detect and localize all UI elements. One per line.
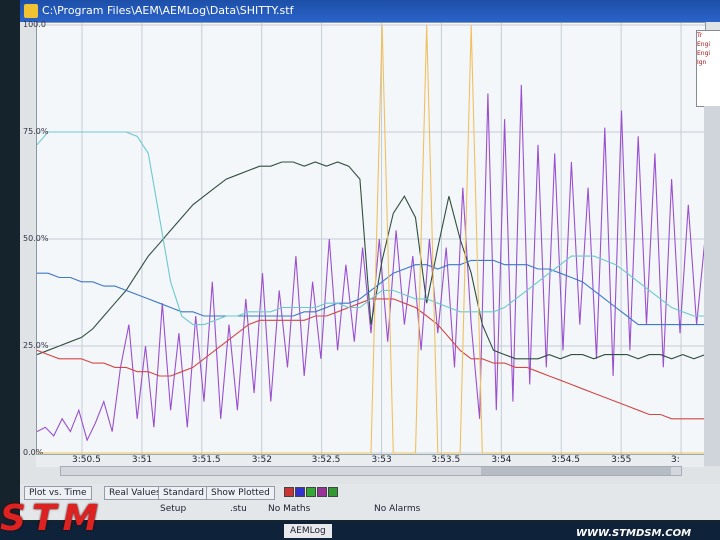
y-tick-label: 75.0% [23,127,49,136]
chip-c[interactable] [306,487,316,497]
series-line-0 [37,84,705,442]
x-tick-label: 3:55 [611,455,632,465]
x-tick-label: 3:53.5 [431,455,461,465]
chip-m[interactable] [295,487,305,497]
legend-header: Tr [697,32,703,39]
channel-chips [284,487,339,500]
legend-item[interactable]: Ign [697,58,720,67]
x-tick-label: 3: [671,455,680,465]
watermark-url: WWW.STMDSM.COM [576,528,692,539]
monitor: C:\Program Files\AEM\AEMLog\Data\SHITTY.… [0,0,720,540]
x-tick-label: 3:54.5 [551,455,581,465]
screen: C:\Program Files\AEM\AEMLog\Data\SHITTY.… [20,0,720,520]
app-icon [24,4,38,18]
taskbar-app-button[interactable]: AEMLog [284,524,332,538]
setup-file: .stu [230,504,247,514]
x-tick-label: 3:52.5 [311,455,341,465]
maths-status: No Maths [268,504,311,514]
legend-item[interactable]: Engi [697,49,720,58]
x-tick-label: 3:50.5 [72,455,101,465]
series-line-3 [37,298,705,420]
stm-logo: STM [0,498,105,539]
x-tick-label: 3:51.5 [191,455,221,465]
y-tick-label: 100.0 [23,20,46,29]
x-tick-label: 3:52 [251,455,272,465]
title-bar[interactable]: C:\Program Files\AEM\AEMLog\Data\SHITTY.… [20,0,720,22]
channel-legend[interactable]: Tr Engi Engi Ign [696,30,720,107]
series-line-4 [37,131,705,326]
horizontal-scrollbar[interactable] [60,466,682,476]
show-plotted-tab[interactable]: Show Plotted [206,486,275,500]
chip-l[interactable] [328,487,338,497]
chip-p[interactable] [284,487,294,497]
x-tick-label: 3:51 [131,455,153,465]
x-tick-label: 3:53 [371,455,392,465]
alarms-status: No Alarms [374,504,421,514]
y-tick-label: 50.0% [23,234,49,243]
plot-area[interactable]: 100.0 75.0% 50.0% 25.0% 0.0% [23,20,706,457]
log-chart [37,23,705,455]
legend-item[interactable]: Engi [697,40,720,49]
x-tick-label: 3:54 [491,455,512,465]
vertical-scrollbar[interactable] [704,106,720,466]
series-line-2 [37,259,705,326]
window-title: C:\Program Files\AEM\AEMLog\Data\SHITTY.… [42,4,294,17]
scroll-thumb[interactable] [481,467,671,475]
chip-c2[interactable] [317,487,327,497]
y-tick-label: 25.0% [23,341,49,350]
